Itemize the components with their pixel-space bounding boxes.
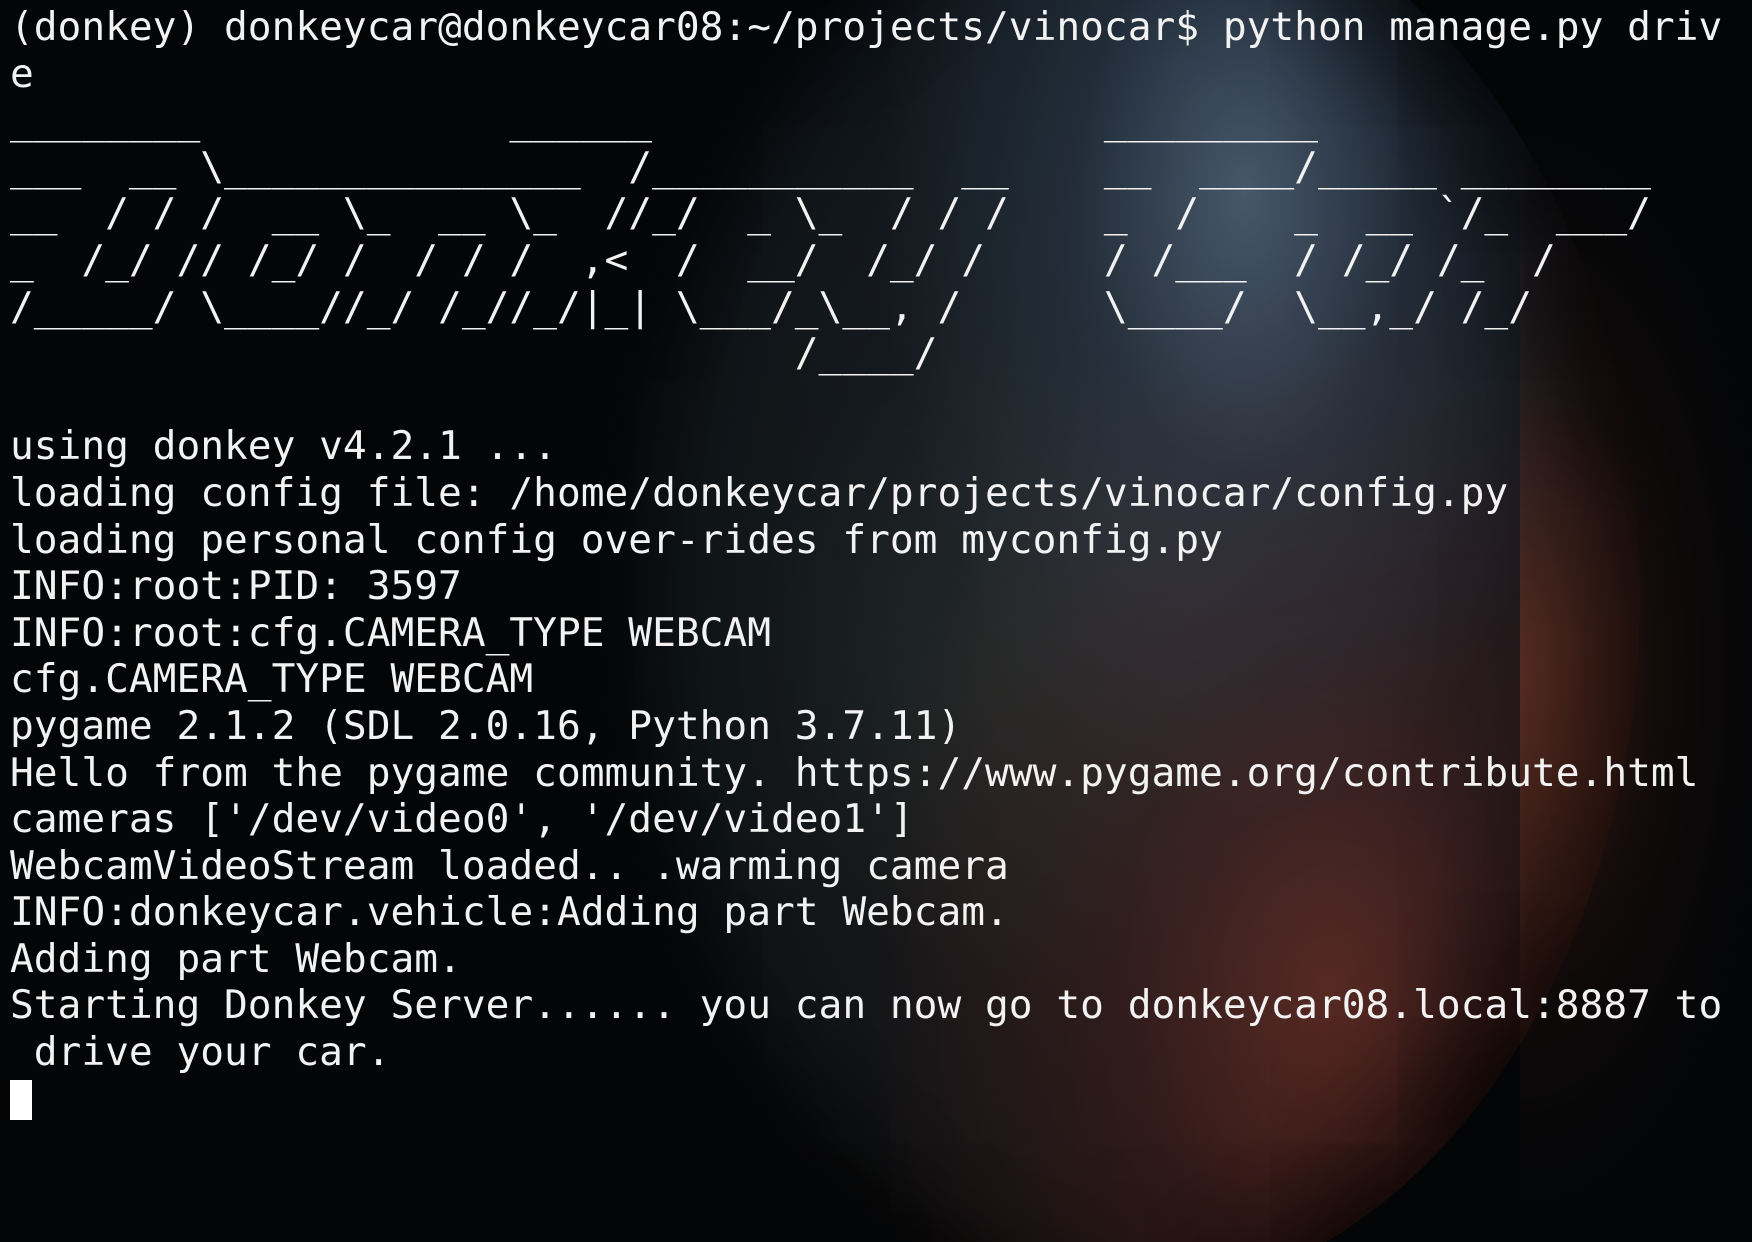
output-line-version: using donkey v4.2.1 ... — [10, 423, 557, 470]
ascii-banner-line-6: /____/ — [10, 330, 1651, 377]
output-line-server-start: Starting Donkey Server...... you can now… — [10, 982, 1723, 1029]
output-line-pygame-hello: Hello from the pygame community. https:/… — [10, 749, 1699, 796]
terminal-input-line[interactable] — [10, 1076, 1722, 1123]
terminal-output: (donkey) donkeycar@donkeycar08:~/project… — [10, 4, 1722, 1122]
output-line-info-adding-part: INFO:donkeycar.vehicle:Adding part Webca… — [10, 889, 1009, 936]
output-line-pid: INFO:root:PID: 3597 — [10, 563, 462, 610]
ascii-banner-line-2: ___ __ \_______________ /___________ __ … — [10, 143, 1651, 190]
output-line-adding-part: Adding part Webcam. — [10, 935, 462, 982]
output-line-camera-type: cfg.CAMERA_TYPE WEBCAM — [10, 656, 534, 703]
terminal-cursor — [10, 1079, 32, 1120]
terminal-window[interactable]: (donkey) donkeycar@donkeycar08:~/project… — [0, 0, 1752, 1242]
output-line-webcam-stream: WebcamVideoStream loaded.. .warming came… — [10, 842, 1009, 889]
ascii-banner-line-1: ________ ______ _________ — [10, 97, 1651, 144]
command-line: (donkey) donkeycar@donkeycar08:~/project… — [10, 4, 1723, 50]
output-line-cameras: cameras ['/dev/video0', '/dev/video1'] — [10, 796, 914, 843]
ascii-banner-line-5: /_____/ \____//_/ /_//_/|_| \___/_\__, /… — [10, 283, 1651, 330]
command-line-wrap: e — [10, 50, 34, 97]
output-line-config-file: loading config file: /home/donkeycar/pro… — [10, 469, 1509, 516]
ascii-banner-line-4: _ /_/ // /_/ / / / / ,< / __/ /_/ / / /_… — [10, 236, 1651, 283]
ascii-banner-line-3: __ / / / __ \_ __ \_ //_/ _ \_ / / / _ /… — [10, 190, 1651, 237]
output-line-personal-config: loading personal config over-rides from … — [10, 516, 1223, 563]
output-line-pygame-version: pygame 2.1.2 (SDL 2.0.16, Python 3.7.11) — [10, 702, 962, 749]
output-line-info-camera-type: INFO:root:cfg.CAMERA_TYPE WEBCAM — [10, 609, 771, 656]
output-line-server-start-wrap: drive your car. — [10, 1029, 391, 1076]
